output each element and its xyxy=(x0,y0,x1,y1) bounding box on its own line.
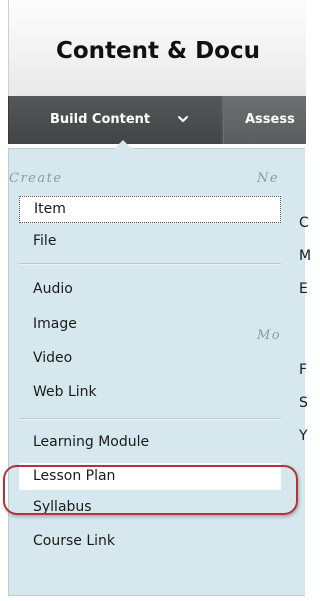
menu-separator xyxy=(19,263,281,265)
menu-item-file[interactable]: File xyxy=(19,228,281,255)
build-content-button[interactable]: Build Content xyxy=(9,96,221,144)
create-column-header: Create xyxy=(9,171,63,186)
content-toolbar: Build Content Assess xyxy=(8,96,306,144)
more-column-header: Mo xyxy=(257,328,282,343)
menu-item-item[interactable]: Item xyxy=(19,196,281,223)
right-column-item[interactable]: F xyxy=(299,362,307,378)
page-header: Content & Docu xyxy=(8,0,306,96)
menu-item-lesson-plan[interactable]: Lesson Plan xyxy=(19,463,281,490)
page-title: Content & Docu xyxy=(56,38,260,64)
right-column-item[interactable]: S xyxy=(299,395,308,411)
menu-item-course-link[interactable]: Course Link xyxy=(19,528,281,555)
right-column-item[interactable]: Y xyxy=(299,428,308,444)
right-column-item[interactable]: E xyxy=(299,281,308,297)
menu-item-image[interactable]: Image xyxy=(19,311,281,338)
menu-separator xyxy=(19,418,281,420)
new-column-header: Ne xyxy=(257,171,280,186)
right-column-item[interactable]: C xyxy=(299,215,309,231)
menu-item-web-link[interactable]: Web Link xyxy=(19,379,281,406)
assessments-label: Assess xyxy=(245,112,295,127)
menu-item-syllabus[interactable]: Syllabus xyxy=(19,494,281,521)
build-content-label: Build Content xyxy=(50,112,151,127)
dropdown-caret xyxy=(114,140,132,149)
build-content-menu: Create Ne Item File Audio Image Video We… xyxy=(8,148,311,596)
menu-item-video[interactable]: Video xyxy=(19,345,281,372)
right-column-item[interactable]: M xyxy=(299,248,311,264)
assessments-button[interactable]: Assess xyxy=(223,96,306,144)
chevron-down-icon xyxy=(178,116,188,122)
menu-item-audio[interactable]: Audio xyxy=(19,276,281,303)
menu-item-learning-module[interactable]: Learning Module xyxy=(19,429,281,456)
